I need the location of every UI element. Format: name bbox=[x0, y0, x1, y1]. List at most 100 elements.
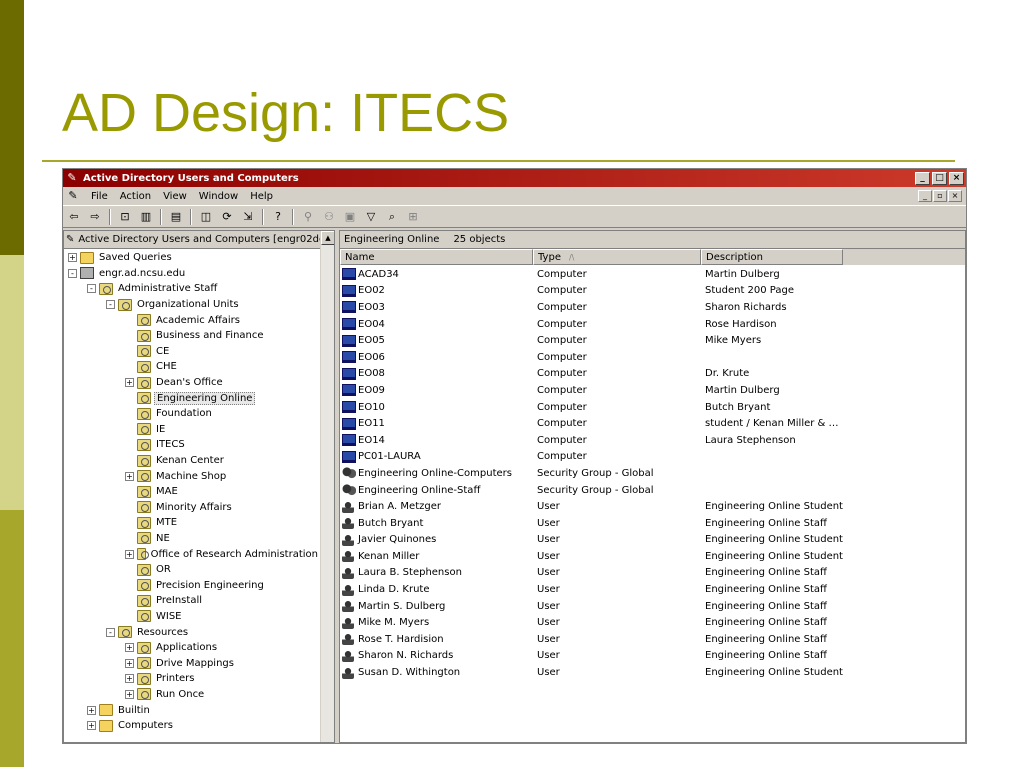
tree-item[interactable]: + Builtin bbox=[64, 702, 320, 718]
minimize-button[interactable]: _ bbox=[915, 171, 930, 185]
list-item[interactable]: Rose T. Hardision User Engineering Online … bbox=[340, 631, 965, 648]
tree-item[interactable]: + Computers bbox=[64, 718, 320, 734]
tree-item[interactable]: Engineering Online bbox=[64, 390, 320, 406]
back-icon[interactable]: ⇦ bbox=[65, 208, 83, 225]
tree-item[interactable]: MAE bbox=[64, 484, 320, 500]
tree-item[interactable]: ITECS bbox=[64, 437, 320, 453]
filter-icon[interactable]: ▽ bbox=[362, 208, 380, 225]
tree-item[interactable]: + Drive Mappings bbox=[64, 655, 320, 671]
list-item[interactable]: PC01-LAURA Computer bbox=[340, 449, 965, 466]
list-item[interactable]: EO11 Computer student / Kenan Miller & S..… bbox=[340, 415, 965, 432]
tree-item[interactable]: WISE bbox=[64, 609, 320, 625]
list-item[interactable]: Martin S. Dulberg User Engineering Online … bbox=[340, 598, 965, 615]
list-item[interactable]: EO02 Computer Student 200 Page bbox=[340, 283, 965, 300]
tree-item[interactable]: Kenan Center bbox=[64, 453, 320, 469]
tree-root[interactable]: ✎ Active Directory Users and Computers [… bbox=[64, 231, 334, 249]
list-item[interactable]: Engineering Online-Computers Security Gro… bbox=[340, 465, 965, 482]
tree-item[interactable]: CHE bbox=[64, 359, 320, 375]
tree-item[interactable]: Foundation bbox=[64, 406, 320, 422]
tree-item[interactable]: + Machine Shop bbox=[64, 468, 320, 484]
console-child-icon[interactable]: ✎ bbox=[65, 189, 81, 203]
find-icon[interactable]: ⌕ bbox=[383, 208, 401, 225]
tree-item[interactable]: Business and Finance bbox=[64, 328, 320, 344]
forward-icon[interactable]: ⇨ bbox=[86, 208, 104, 225]
new-group-icon[interactable]: ⚇ bbox=[320, 208, 338, 225]
up-folder-icon[interactable]: ⊡ bbox=[116, 208, 134, 225]
menu-window[interactable]: Window bbox=[193, 191, 244, 202]
tree-item[interactable]: IE bbox=[64, 422, 320, 438]
list-item[interactable]: Javier Quinones User Engineering Online St… bbox=[340, 532, 965, 549]
list-item[interactable]: Mike M. Myers User Engineering Online Staf… bbox=[340, 614, 965, 631]
menu-help[interactable]: Help bbox=[244, 191, 279, 202]
new-user-icon[interactable]: ⚲ bbox=[299, 208, 317, 225]
collapse-icon[interactable]: - bbox=[106, 627, 115, 637]
close-button[interactable]: × bbox=[949, 171, 964, 185]
console-tree-pane[interactable]: ✎ Active Directory Users and Computers [… bbox=[63, 230, 335, 743]
expand-icon[interactable]: + bbox=[125, 549, 134, 559]
list-item[interactable]: EO10 Computer Butch Bryant bbox=[340, 399, 965, 416]
child-restore-button[interactable]: ▫ bbox=[933, 190, 947, 202]
tree-item[interactable]: - Organizational Units bbox=[64, 297, 320, 313]
show-hide-tree-icon[interactable]: ▥ bbox=[137, 208, 155, 225]
help-icon[interactable]: ? bbox=[269, 208, 287, 225]
expand-icon[interactable]: + bbox=[87, 705, 96, 715]
scroll-up-arrow[interactable]: ▲ bbox=[321, 231, 334, 245]
list-item[interactable]: Laura B. Stephenson User Engineering Onlin… bbox=[340, 565, 965, 582]
tree-item[interactable]: CE bbox=[64, 344, 320, 360]
tree-item[interactable]: PreInstall bbox=[64, 593, 320, 609]
expand-icon[interactable]: + bbox=[125, 471, 134, 481]
refresh-icon[interactable]: ⟳ bbox=[218, 208, 236, 225]
details-pane[interactable]: Engineering Online 25 objects Name Type /… bbox=[339, 230, 966, 743]
properties-icon[interactable]: ◫ bbox=[197, 208, 215, 225]
tree-item[interactable]: MTE bbox=[64, 515, 320, 531]
new-ou-icon[interactable]: ▣ bbox=[341, 208, 359, 225]
list-item[interactable]: ACAD34 Computer Martin Dulberg bbox=[340, 266, 965, 283]
list-item[interactable]: EO06 Computer bbox=[340, 349, 965, 366]
tree-item[interactable]: + Office of Research Administration bbox=[64, 546, 320, 562]
expand-icon[interactable]: + bbox=[125, 378, 134, 388]
expand-icon[interactable]: + bbox=[87, 721, 96, 731]
list-item[interactable]: Sharon N. Richards User Engineering Online… bbox=[340, 648, 965, 665]
tree-item[interactable]: - engr.ad.ncsu.edu bbox=[64, 266, 320, 282]
list-item[interactable]: EO03 Computer Sharon Richards bbox=[340, 299, 965, 316]
expand-icon[interactable]: + bbox=[68, 253, 77, 263]
tree-item[interactable]: OR bbox=[64, 562, 320, 578]
maximize-button[interactable]: □ bbox=[932, 171, 947, 185]
child-close-button[interactable]: × bbox=[948, 190, 962, 202]
tree-item[interactable]: NE bbox=[64, 531, 320, 547]
delete-icon[interactable]: ▤ bbox=[167, 208, 185, 225]
column-header-description[interactable]: Description bbox=[701, 249, 843, 265]
tree-item[interactable]: Minority Affairs bbox=[64, 500, 320, 516]
list-item[interactable]: EO14 Computer Laura Stephenson bbox=[340, 432, 965, 449]
tree-item[interactable]: + Saved Queries bbox=[64, 250, 320, 266]
tree-item[interactable]: + Dean's Office bbox=[64, 375, 320, 391]
expand-icon[interactable]: + bbox=[125, 674, 134, 684]
list-item[interactable]: EO04 Computer Rose Hardison bbox=[340, 316, 965, 333]
list-item[interactable]: Butch Bryant User Engineering Online Staff bbox=[340, 515, 965, 532]
collapse-icon[interactable]: - bbox=[87, 284, 96, 294]
expand-icon[interactable]: + bbox=[125, 643, 134, 653]
list-item[interactable]: Susan D. Withington User Engineering Onlin… bbox=[340, 664, 965, 681]
column-header-name[interactable]: Name bbox=[340, 249, 533, 265]
list-item[interactable]: EO05 Computer Mike Myers bbox=[340, 332, 965, 349]
tree-item[interactable]: + Printers bbox=[64, 671, 320, 687]
tree-item[interactable]: - Administrative Staff bbox=[64, 281, 320, 297]
menu-action[interactable]: Action bbox=[114, 191, 157, 202]
list-item[interactable]: EO08 Computer Dr. Krute bbox=[340, 366, 965, 383]
menu-view[interactable]: View bbox=[157, 191, 193, 202]
tree-scrollbar[interactable]: ▲ bbox=[320, 231, 334, 742]
tree-item[interactable]: Precision Engineering bbox=[64, 577, 320, 593]
column-header-type[interactable]: Type/\ bbox=[533, 249, 701, 265]
collapse-icon[interactable]: - bbox=[106, 300, 115, 310]
expand-icon[interactable]: + bbox=[125, 689, 134, 699]
list-item[interactable]: Engineering Online-Staff Security Group -… bbox=[340, 482, 965, 499]
list-item[interactable]: EO09 Computer Martin Dulberg bbox=[340, 382, 965, 399]
export-icon[interactable]: ⇲ bbox=[239, 208, 257, 225]
tree-item[interactable]: + Applications bbox=[64, 640, 320, 656]
window-titlebar[interactable]: ✎ Active Directory Users and Computers _… bbox=[63, 169, 966, 187]
list-item[interactable]: Linda D. Krute User Engineering Online Sta… bbox=[340, 581, 965, 598]
expand-icon[interactable]: + bbox=[125, 658, 134, 668]
list-item[interactable]: Brian A. Metzger User Engineering Online S… bbox=[340, 498, 965, 515]
tree-item[interactable]: + Run Once bbox=[64, 687, 320, 703]
list-item[interactable]: Kenan Miller User Engineering Online Stude… bbox=[340, 548, 965, 565]
